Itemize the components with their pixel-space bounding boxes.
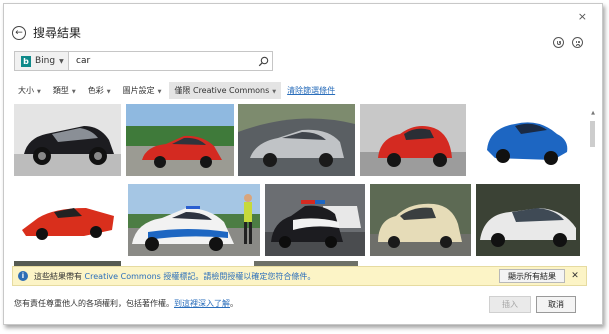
result-thumbnail[interactable]	[128, 184, 260, 256]
show-all-results-button[interactable]: 顯示所有結果	[499, 269, 565, 283]
insert-button[interactable]: 插入	[489, 296, 531, 313]
learn-more-link[interactable]: 到這裡深入了解	[174, 299, 230, 308]
chevron-down-icon: ▼	[106, 88, 111, 95]
info-message: 這些結果帶有 Creative Commons 授權標記。請檢閱授權以確定您符合…	[34, 271, 316, 281]
chevron-down-icon: ▼	[59, 57, 64, 65]
filter-type[interactable]: 類型 ▼	[53, 85, 76, 96]
result-thumbnail[interactable]	[14, 184, 121, 256]
frown-icon[interactable]	[572, 37, 583, 48]
page-title: 搜尋結果	[33, 26, 82, 40]
result-thumbnail[interactable]	[370, 184, 471, 256]
filter-creative-commons[interactable]: 僅限 Creative Commons ▼	[169, 81, 282, 99]
smiley-icon[interactable]	[553, 37, 564, 48]
bing-logo-icon: b	[21, 55, 31, 67]
cancel-button[interactable]: 取消	[536, 296, 576, 313]
filter-color[interactable]: 色彩 ▼	[88, 85, 111, 96]
header: ← 搜尋結果	[12, 24, 81, 41]
footer-notice: 您有責任尊重他人的各項權利，包括著作權。到這裡深入了解。	[14, 299, 238, 308]
chevron-down-icon: ▼	[37, 88, 41, 95]
filter-size[interactable]: 大小 ▼	[18, 85, 41, 96]
search-engine-dropdown[interactable]: b Bing ▼	[15, 52, 69, 70]
chevron-down-icon: ▼	[272, 88, 277, 95]
result-thumbnail[interactable]	[14, 104, 121, 176]
search-input[interactable]	[69, 52, 254, 70]
close-icon[interactable]: ✕	[569, 269, 581, 283]
scrollbar[interactable]: ▲	[590, 108, 596, 266]
result-thumbnail[interactable]	[476, 184, 580, 256]
search-bar: b Bing ▼	[14, 51, 273, 71]
scrollbar-thumb[interactable]	[590, 121, 595, 147]
search-results-dialog: × ← 搜尋結果 b Bing ▼ 大小▼ 類型▼ 色彩▼ 圖片設定▼ 僅限 C…	[3, 3, 603, 325]
close-icon[interactable]: ×	[578, 10, 587, 23]
result-thumbnail[interactable]	[265, 184, 365, 256]
result-thumbnail[interactable]	[360, 104, 466, 176]
scroll-up-icon[interactable]: ▲	[590, 110, 596, 116]
search-icon[interactable]	[254, 52, 272, 70]
chevron-down-icon: ▼	[157, 88, 162, 95]
result-thumbnail[interactable]	[473, 104, 580, 176]
filter-image-settings[interactable]: 圖片設定 ▼	[123, 85, 162, 96]
result-thumbnail[interactable]	[238, 104, 355, 176]
filter-bar: 大小 ▼ 類型 ▼ 色彩 ▼ 圖片設定 ▼ 僅限 Creative Commons ▼ 清…	[18, 81, 335, 99]
back-arrow-icon[interactable]: ←	[12, 25, 26, 40]
result-thumbnail[interactable]	[126, 104, 234, 176]
search-engine-label: Bing	[35, 56, 56, 66]
chevron-down-icon: ▼	[71, 88, 76, 95]
info-icon: i	[18, 271, 28, 281]
info-bar: i 這些結果帶有 Creative Commons 授權標記。請檢閱授權以確定您…	[12, 266, 587, 286]
clear-filters-link[interactable]: 清除篩選條件	[287, 85, 335, 96]
